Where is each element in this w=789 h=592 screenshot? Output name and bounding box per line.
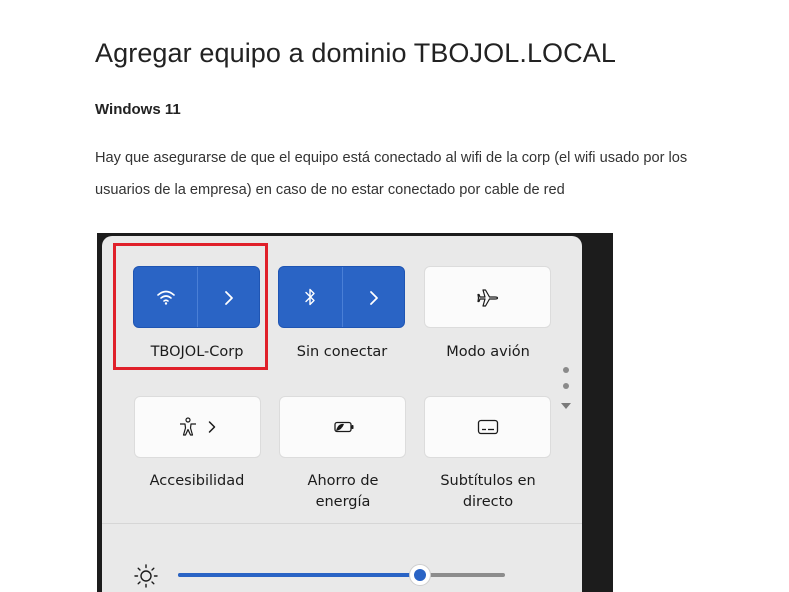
quick-settings-screenshot: TBOJOL-Corp Sin conectar Modo avión Acce… xyxy=(97,233,613,592)
brightness-slider[interactable] xyxy=(178,564,505,586)
accessibility-tile[interactable] xyxy=(134,396,261,458)
chevron-down-icon[interactable] xyxy=(560,401,572,411)
battery-saver-icon xyxy=(334,421,354,433)
page-indicator-dot[interactable] xyxy=(563,367,569,373)
bluetooth-tile[interactable] xyxy=(278,266,405,328)
battery-saver-tile-label: Ahorro de energía xyxy=(307,473,379,510)
live-captions-tile[interactable] xyxy=(424,396,551,458)
document-page: Agregar equipo a dominio TBOJOL.LOCAL Wi… xyxy=(0,0,789,592)
bluetooth-chevron-right-icon[interactable] xyxy=(368,290,380,306)
live-captions-tile-label: Subtítulos en directo xyxy=(440,473,536,510)
bluetooth-icon[interactable] xyxy=(303,287,317,307)
page-title: Agregar equipo a dominio TBOJOL.LOCAL xyxy=(95,38,616,68)
instruction-paragraph: Hay que asegurarse de que el equipo está… xyxy=(95,150,688,198)
battery-saver-tile[interactable] xyxy=(279,396,406,458)
bluetooth-tile-label: Sin conectar xyxy=(296,344,388,360)
airplane-mode-tile[interactable] xyxy=(424,266,551,328)
live-captions-icon xyxy=(477,419,499,435)
brightness-slider-fill xyxy=(178,573,420,577)
accessibility-chevron-right-icon[interactable] xyxy=(207,420,217,434)
page-indicator-dot[interactable] xyxy=(563,383,569,389)
airplane-mode-tile-label: Modo avión xyxy=(446,344,530,360)
brightness-slider-thumb[interactable] xyxy=(409,564,431,586)
wifi-highlight-box xyxy=(113,243,268,370)
panel-divider xyxy=(102,523,582,524)
section-heading: Windows 11 xyxy=(95,101,181,118)
tile-divider xyxy=(342,267,343,327)
brightness-icon xyxy=(134,564,158,588)
accessibility-icon xyxy=(180,417,196,436)
accessibility-tile-label: Accesibilidad xyxy=(149,473,245,489)
airplane-icon xyxy=(477,289,499,307)
